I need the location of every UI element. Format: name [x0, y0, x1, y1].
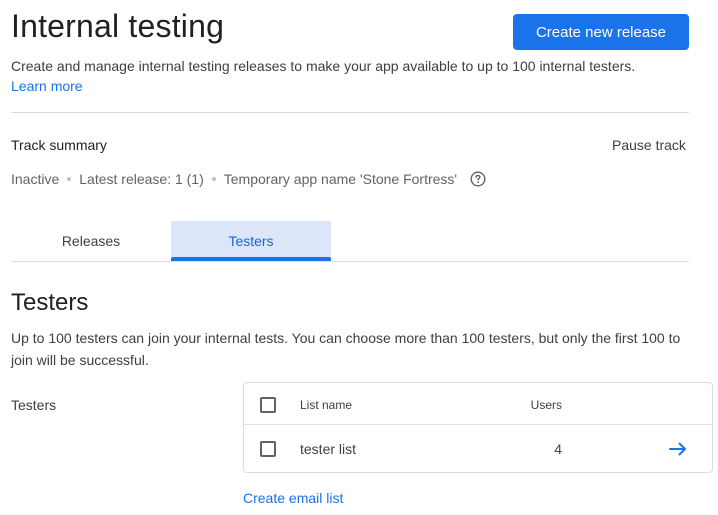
latest-release: Latest release: 1 (1) [79, 171, 204, 187]
arrow-right-icon[interactable] [668, 439, 688, 459]
track-meta: Inactive Latest release: 1 (1) Temporary… [11, 171, 486, 187]
separator-dot [67, 177, 72, 181]
testers-section-title: Testers [11, 289, 89, 316]
tester-lists-table: List name Users tester list 4 [243, 382, 713, 473]
separator-dot [211, 177, 216, 181]
testers-field-label: Testers [11, 397, 57, 413]
column-header-users: Users [530, 398, 562, 412]
create-new-release-button[interactable]: Create new release [513, 14, 689, 50]
header-divider [11, 112, 689, 113]
track-status: Inactive [11, 171, 60, 187]
tab-testers[interactable]: Testers [171, 221, 331, 261]
row-checkbox[interactable] [260, 441, 276, 457]
users-count-cell: 4 [554, 441, 562, 457]
select-all-checkbox[interactable] [260, 397, 276, 413]
table-header: List name Users [244, 383, 712, 425]
create-email-list-link[interactable]: Create email list [243, 490, 343, 506]
testers-description: Up to 100 testers can join your internal… [11, 330, 681, 368]
list-name-cell: tester list [300, 441, 357, 457]
app-name: Temporary app name 'Stone Fortress' [223, 171, 458, 187]
column-header-list-name: List name [300, 398, 353, 412]
table-row[interactable]: tester list 4 [244, 426, 712, 472]
tabs-divider [11, 261, 689, 262]
page-title: Internal testing [11, 8, 225, 44]
track-summary-label: Track summary [11, 137, 107, 153]
pause-track-button[interactable]: Pause track [612, 137, 686, 153]
learn-more-link[interactable]: Learn more [11, 78, 83, 94]
tab-releases[interactable]: Releases [11, 221, 171, 261]
page-description: Create and manage internal testing relea… [11, 58, 636, 74]
help-circle-icon[interactable] [470, 171, 486, 187]
